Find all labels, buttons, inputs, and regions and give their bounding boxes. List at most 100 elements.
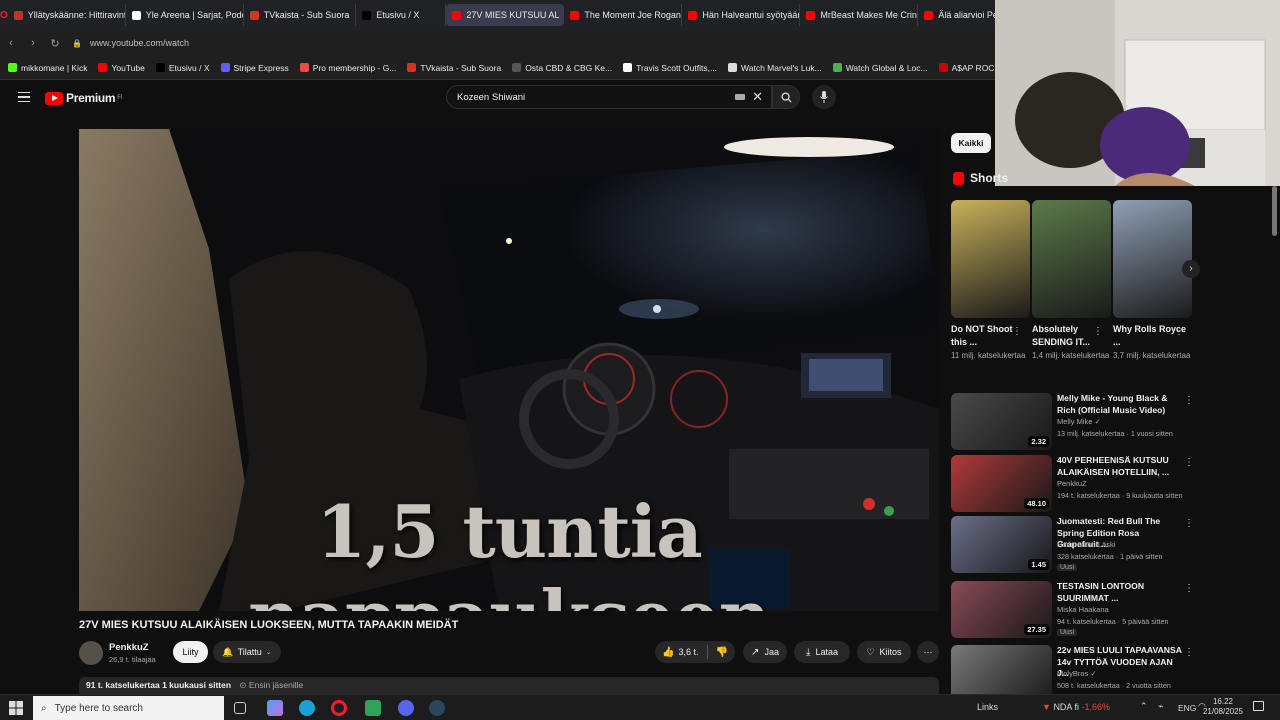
recommended-video[interactable]: 1.45 Juomatesti: Red Bull The Spring Edit… [951, 516, 1196, 574]
more-vertical-icon[interactable]: ⋮ [1184, 647, 1194, 658]
bookmark-label: Watch Marvel's Luk... [741, 62, 822, 73]
links-toolbar-label[interactable]: Links [977, 702, 998, 712]
more-vertical-icon[interactable]: ⋮ [1174, 326, 1184, 337]
bookmark-item[interactable]: Etusivu / X [155, 62, 210, 73]
short-thumbnail[interactable] [951, 200, 1030, 318]
opera-logo-icon[interactable]: O [0, 10, 8, 21]
discord-icon[interactable] [398, 700, 414, 716]
page-scrollbar[interactable] [1272, 186, 1277, 236]
channel-action-row: PenkkuZ 26,9 t. tilaajaa Liity 🔔 Tilattu… [79, 640, 939, 668]
steam-icon[interactable] [429, 700, 445, 716]
more-vertical-icon[interactable]: ⋮ [1184, 457, 1194, 468]
reload-icon[interactable]: ↻ [44, 37, 66, 50]
bookmark-item[interactable]: mikkomane | Kick [8, 63, 87, 73]
channel-avatar[interactable] [79, 641, 103, 665]
windows-start-icon[interactable] [8, 700, 24, 716]
shorts-icon [953, 171, 964, 185]
more-vertical-icon[interactable]: ⋮ [1184, 583, 1194, 594]
tab-label: Yllätyskäänne: Hittiravinto [27, 10, 126, 20]
short-thumbnail[interactable] [1113, 200, 1192, 318]
edge-icon[interactable] [299, 700, 315, 716]
network-icon[interactable]: ⌁ [1158, 701, 1163, 712]
channel-name[interactable]: Melly Mike ✓ [1057, 417, 1101, 426]
back-icon[interactable]: ‹ [0, 37, 22, 49]
search-button[interactable] [772, 85, 800, 109]
clock[interactable]: 16.22 21/08/2025 [1198, 697, 1248, 717]
short-thumbnail[interactable] [1032, 200, 1111, 318]
recommended-video[interactable]: 27.35 TESTASIN LONTOON SUURIMMAT ... Miska… [951, 581, 1196, 639]
short-card[interactable]: Why Rolls Royce ... 3,7 milj. katselukert… [1113, 200, 1192, 362]
stock-ticker[interactable]: ▼ NDA fi -1,66% [1042, 702, 1110, 712]
bookmark-label: Etusivu / X [168, 62, 210, 73]
more-vertical-icon[interactable]: ⋮ [1184, 518, 1194, 529]
tab-label: TVkaista - Sub Suora [263, 10, 350, 20]
spotify-app-icon[interactable] [365, 700, 381, 716]
share-button[interactable]: ↗ Jaa [743, 641, 787, 663]
bookmark-item[interactable]: Pro membership - G... [299, 62, 397, 73]
bookmark-label: Pro membership - G... [312, 62, 397, 73]
task-view-icon[interactable] [234, 702, 246, 714]
forward-icon[interactable]: › [22, 37, 44, 49]
video-thumbnail[interactable]: 27.35 [951, 581, 1052, 638]
channel-name[interactable]: Miska Haakana [1057, 605, 1109, 614]
video-thumbnail[interactable]: 48.10 [951, 455, 1052, 512]
dislike-icon[interactable]: 👎 [716, 647, 728, 658]
more-vertical-icon[interactable]: ⋮ [1012, 326, 1022, 337]
language-indicator[interactable]: ENG [1178, 703, 1196, 713]
thanks-button[interactable]: ♡ Kiitos [857, 641, 911, 663]
browser-tab[interactable]: The Moment Joe Rogan F [564, 4, 683, 26]
download-button[interactable]: ⤓ Lataa [794, 641, 850, 663]
url-field[interactable]: www.youtube.com/watch [90, 38, 189, 48]
filter-chip-all[interactable]: Kaikki [951, 133, 991, 153]
youtube-premium-logo[interactable]: Premium FI [45, 91, 122, 105]
recommended-video[interactable]: 2.32 Melly Mike - Young Black & Rich (Off… [951, 393, 1196, 451]
short-card[interactable]: Absolutely SENDING IT... 1,4 milj. katsel… [1032, 200, 1111, 362]
bookmark-label: mikkomane | Kick [21, 62, 88, 73]
subscribed-button[interactable]: 🔔 Tilattu ⌄ [213, 641, 281, 663]
browser-tab[interactable]: Yllätyskäänne: Hittiravinto [8, 4, 126, 26]
more-actions-button[interactable]: ⋯ [917, 641, 939, 663]
bell-icon: 🔔 [222, 646, 234, 657]
channel-name[interactable]: PenkkuZ [1057, 479, 1087, 488]
browser-tab[interactable]: Etusivu / X [356, 4, 447, 26]
bookmark-item[interactable]: Travis Scott Outfits,... [623, 63, 717, 73]
channel-name[interactable]: MolyBros ✓ [1057, 669, 1097, 678]
recommended-video[interactable]: 48.10 40V PERHEENISÄ KUTSUU ALAIKÄISEN HO… [951, 455, 1196, 513]
video-thumbnail[interactable]: 1.45 [951, 516, 1052, 573]
bookmark-item[interactable]: Watch Global & Loc... [832, 63, 928, 73]
clear-search-icon[interactable]: ✕ [752, 89, 763, 105]
video-player[interactable]: 1,5 tuntia nappaukseen [79, 129, 939, 611]
browser-tab[interactable]: 27V MIES KUTSUU AL [446, 4, 565, 26]
more-vertical-icon[interactable]: ⋮ [1093, 326, 1103, 337]
browser-tab[interactable]: TVkaista - Sub Suora [244, 4, 357, 26]
bookmark-item[interactable]: YouTube [98, 63, 145, 73]
search-input[interactable]: Kozeen Shiwani ✕ [446, 85, 772, 109]
video-title[interactable]: TESTASIN LONTOON SUURIMMAT ... [1057, 581, 1182, 604]
shorts-next-icon[interactable]: › [1182, 260, 1200, 278]
bookmark-item[interactable]: Watch Marvel's Luk... [728, 63, 822, 73]
copilot-icon[interactable] [267, 700, 283, 716]
taskbar-search-input[interactable]: ⌕ Type here to search [33, 696, 224, 720]
bookmark-item[interactable]: Stripe Express [220, 63, 289, 73]
video-thumbnail[interactable]: 2.32 [951, 393, 1052, 450]
voice-search-button[interactable] [812, 85, 836, 109]
opera-icon[interactable] [331, 700, 347, 716]
bookmark-item[interactable]: Osta CBD & CBG Ke... [512, 63, 612, 73]
menu-icon[interactable] [18, 92, 30, 102]
tray-chevron-icon[interactable]: ⌃ [1140, 701, 1148, 712]
channel-name[interactable]: PenkkuZ [109, 642, 149, 653]
channel-name[interactable]: Hampaaton Läski [1057, 540, 1115, 549]
more-vertical-icon[interactable]: ⋮ [1184, 395, 1194, 406]
chevron-down-icon: ⌄ [265, 649, 272, 656]
video-title[interactable]: Melly Mike - Young Black & Rich (Officia… [1057, 393, 1182, 416]
browser-tab[interactable]: Hän Halveantui syötyään [682, 4, 801, 26]
browser-tab[interactable]: Yle Areena | Sarjat, Podca [126, 4, 244, 26]
keyboard-icon[interactable] [735, 94, 745, 100]
bookmark-item[interactable]: TVkaista - Sub Suora [407, 63, 501, 73]
browser-tab[interactable]: MrBeast Makes Me Cringe [800, 4, 919, 26]
join-button[interactable]: Liity [173, 641, 208, 663]
notification-icon[interactable] [1253, 701, 1264, 711]
like-icon[interactable]: 👍 [662, 647, 674, 658]
short-card[interactable]: Do NOT Shoot this ... 11 milj. katseluker… [951, 200, 1030, 362]
video-title[interactable]: 40V PERHEENISÄ KUTSUU ALAIKÄISEN HOTELLI… [1057, 455, 1182, 478]
